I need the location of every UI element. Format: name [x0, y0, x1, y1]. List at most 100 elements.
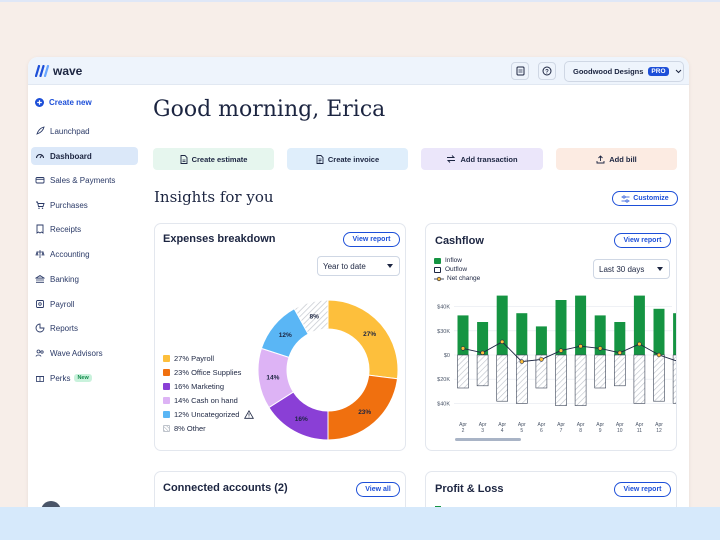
create-new-button[interactable]: Create new	[31, 93, 138, 111]
sidebar-item-sales[interactable]: Sales & Payments	[31, 171, 138, 189]
x-tick-day: 3	[481, 428, 484, 434]
net-change-point[interactable]	[558, 348, 564, 353]
expenses-view-report-button[interactable]: View report	[343, 232, 400, 247]
sidebar-item-dashboard[interactable]: Dashboard	[31, 147, 138, 165]
net-change-point[interactable]	[460, 346, 466, 351]
net-change-point[interactable]	[499, 339, 505, 344]
legend-label: Net change	[447, 275, 481, 282]
inflow-bar[interactable]	[653, 308, 665, 355]
inflow-bar[interactable]	[673, 313, 677, 355]
reports-icon	[35, 323, 45, 333]
x-tick-day: 12	[656, 428, 662, 434]
net-change-point[interactable]	[598, 346, 603, 351]
chevron-down-icon	[657, 267, 663, 271]
create-new-label: Create new	[49, 97, 92, 107]
inflow-bar[interactable]	[614, 322, 626, 355]
donut-slice-office-supplies[interactable]	[327, 374, 399, 441]
expenses-card: Expenses breakdown View report Year to d…	[154, 223, 406, 451]
net-change-point[interactable]	[656, 352, 662, 358]
expenses-donut-chart: 27% 23% 16% 14% 12% 8%	[257, 299, 399, 441]
legend-label: 8% Other	[174, 424, 206, 433]
company-switcher[interactable]: Goodwood Designs PRO	[564, 61, 684, 82]
net-change-point[interactable]	[578, 343, 583, 349]
inflow-bar[interactable]	[477, 322, 489, 355]
scale-icon	[35, 250, 45, 258]
net-change-point[interactable]	[519, 359, 525, 364]
view-all-button[interactable]: View all	[356, 482, 400, 497]
customize-button[interactable]: Customize	[612, 191, 678, 206]
sidebar-item-label: Sales & Payments	[50, 175, 116, 185]
x-tick-day: 5	[520, 428, 523, 434]
sidebar-item-perks[interactable]: Perks New	[31, 369, 138, 387]
sidebar-item-launchpad[interactable]: Launchpad	[31, 122, 138, 140]
plan-badge: PRO	[648, 67, 669, 76]
profit-loss-view-report-button[interactable]: View report	[614, 482, 671, 497]
receipt-icon	[516, 66, 524, 76]
legend-swatch	[163, 411, 170, 418]
legend-swatch	[163, 355, 170, 362]
x-tick-day: 2	[462, 428, 465, 434]
chevron-down-icon	[675, 69, 681, 74]
chevron-down-icon	[387, 264, 393, 268]
sidebar-item-reports[interactable]: Reports	[31, 319, 138, 337]
sidebar-item-label: Dashboard	[50, 151, 92, 161]
outflow-bar[interactable]	[574, 354, 587, 406]
sliders-icon	[621, 194, 630, 203]
expenses-legend-item: 27% Payroll	[163, 353, 214, 364]
outflow-bar[interactable]	[457, 354, 469, 389]
receipt-button[interactable]	[511, 62, 529, 80]
invoice-icon	[316, 154, 324, 164]
sidebar-item-accounting[interactable]: Accounting	[31, 245, 138, 263]
outflow-bar[interactable]	[476, 354, 489, 387]
y-tick-label: $20K	[437, 377, 450, 383]
sidebar: Create new Launchpad Dashboard Sales & P…	[28, 85, 140, 527]
wave-logo[interactable]: wave	[35, 64, 82, 78]
upload-icon	[596, 154, 605, 163]
card-icon	[35, 177, 45, 184]
create-estimate-button[interactable]: Create estimate	[153, 148, 274, 170]
donut-slice-payroll[interactable]	[327, 299, 399, 380]
sidebar-item-wave-advisors[interactable]: Wave Advisors	[31, 344, 138, 362]
net-change-point[interactable]	[617, 350, 623, 356]
sidebar-item-receipts[interactable]: Receipts	[31, 220, 138, 238]
legend-label: 14% Cash on hand	[174, 396, 238, 405]
y-tick-label: $40K	[437, 305, 450, 311]
create-invoice-button[interactable]: Create invoice	[287, 148, 408, 170]
sidebar-item-payroll[interactable]: Payroll	[31, 295, 138, 313]
cashflow-period-select[interactable]: Last 30 days	[593, 259, 670, 279]
add-bill-button[interactable]: Add bill	[556, 148, 677, 170]
outflow-bar[interactable]	[496, 354, 508, 402]
inflow-bar[interactable]	[555, 300, 567, 355]
x-tick-day: 7	[560, 428, 563, 434]
outflow-bar[interactable]	[555, 354, 567, 406]
svg-text:?: ?	[545, 69, 549, 75]
sidebar-item-purchases[interactable]: Purchases	[31, 196, 138, 214]
cart-icon	[36, 201, 45, 209]
cashflow-period-value: Last 30 days	[599, 264, 645, 274]
expenses-legend-item: 23% Office Supplies	[163, 367, 241, 378]
cashflow-legend-inflow: Inflow	[434, 256, 462, 265]
chart-scrollbar[interactable]	[455, 438, 521, 441]
add-transaction-button[interactable]: Add transaction	[421, 148, 543, 170]
cashflow-title: Cashflow	[435, 235, 484, 247]
net-change-point[interactable]	[480, 350, 485, 356]
inflow-bar[interactable]	[516, 313, 528, 355]
legend-swatch	[434, 257, 441, 264]
insights-heading: Insights for you	[154, 188, 274, 206]
outflow-bar[interactable]	[614, 354, 626, 387]
expenses-title: Expenses breakdown	[163, 233, 276, 245]
cashflow-card: Cashflow View report Inflow Outflow Net …	[425, 223, 677, 451]
sidebar-item-banking[interactable]: Banking	[31, 270, 138, 288]
cashflow-view-report-button[interactable]: View report	[614, 233, 671, 248]
outflow-bar[interactable]	[594, 354, 606, 389]
help-button[interactable]: ?	[538, 62, 556, 80]
expenses-period-select[interactable]: Year to date	[317, 256, 400, 276]
net-change-point[interactable]	[539, 357, 544, 362]
customize-label: Customize	[633, 195, 669, 202]
outflow-bar[interactable]	[653, 354, 665, 402]
inflow-bar[interactable]	[535, 326, 547, 355]
net-change-point[interactable]	[637, 341, 642, 347]
outflow-bar[interactable]	[633, 354, 646, 404]
sidebar-item-label: Purchases	[50, 200, 88, 210]
outflow-bar[interactable]	[672, 354, 677, 404]
